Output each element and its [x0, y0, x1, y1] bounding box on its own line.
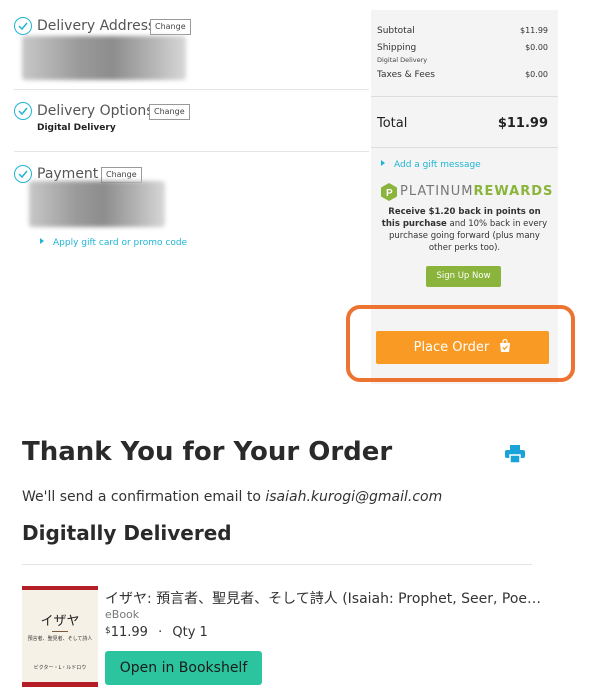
- delivery-address-title: Delivery Address: [37, 18, 156, 34]
- delivery-options-title: Delivery Options: [37, 103, 154, 119]
- product-title[interactable]: イザヤ: 預言者、聖見者、そして詩人 (Isaiah: Prophet, See…: [105, 588, 541, 608]
- check-circle-icon: [14, 102, 32, 120]
- shopping-bag-check-icon: [500, 338, 511, 352]
- redacted-address: [22, 36, 186, 80]
- product-price-qty: $11.99 · Qty 1: [105, 625, 208, 640]
- add-gift-message-link[interactable]: Add a gift message: [381, 160, 481, 170]
- platinum-rewards-icon: P: [381, 183, 397, 201]
- change-delivery-options-button[interactable]: Change: [149, 104, 190, 120]
- apply-gift-card-link[interactable]: Apply gift card or promo code: [40, 238, 187, 248]
- shipping-value: $0.00: [525, 43, 548, 52]
- total-value: $11.99: [497, 116, 548, 131]
- section-heading: Digitally Delivered: [22, 521, 232, 545]
- open-in-bookshelf-button[interactable]: Open in Bookshelf: [105, 651, 262, 685]
- triangle-right-icon: [381, 160, 385, 166]
- page-title: Thank You for Your Order: [22, 437, 393, 467]
- change-address-button[interactable]: Change: [150, 19, 191, 35]
- sign-up-now-button[interactable]: Sign Up Now: [426, 266, 501, 287]
- platinum-rewards-logo: P PLATINUMREWARDS: [381, 183, 552, 203]
- rewards-promo-text: Receive $1.20 back in points on this pur…: [381, 207, 548, 253]
- divider: [14, 89, 369, 90]
- triangle-right-icon: [40, 238, 44, 244]
- divider: [371, 147, 558, 148]
- divider: [22, 564, 532, 565]
- shipping-row: Shipping $0.00: [377, 43, 548, 53]
- total-label: Total: [377, 116, 408, 131]
- svg-text:P: P: [386, 188, 393, 199]
- product-format: eBook: [105, 608, 140, 621]
- book-cover: イザヤ 預言者、聖見者、そして詩人 ビクター・L・ルドロウ: [22, 586, 98, 687]
- redacted-payment: [29, 181, 165, 227]
- taxes-row: Taxes & Fees $0.00: [377, 70, 548, 80]
- place-order-button[interactable]: Place Order: [376, 331, 549, 364]
- check-circle-icon: [14, 17, 32, 35]
- confirmation-email: isaiah.kurogi@gmail.com: [265, 489, 443, 505]
- shipping-note: Digital Delivery: [377, 56, 428, 64]
- confirmation-email-text: We'll send a confirmation email to isaia…: [22, 489, 443, 505]
- delivery-option-value: Digital Delivery: [37, 123, 116, 133]
- print-icon[interactable]: [505, 445, 525, 467]
- subtotal-row: Subtotal $11.99: [377, 26, 548, 36]
- divider: [14, 151, 369, 152]
- payment-title: Payment: [37, 166, 99, 182]
- subtotal-value: $11.99: [520, 26, 548, 35]
- taxes-value: $0.00: [525, 70, 548, 79]
- check-circle-icon: [14, 165, 32, 183]
- divider: [371, 96, 558, 97]
